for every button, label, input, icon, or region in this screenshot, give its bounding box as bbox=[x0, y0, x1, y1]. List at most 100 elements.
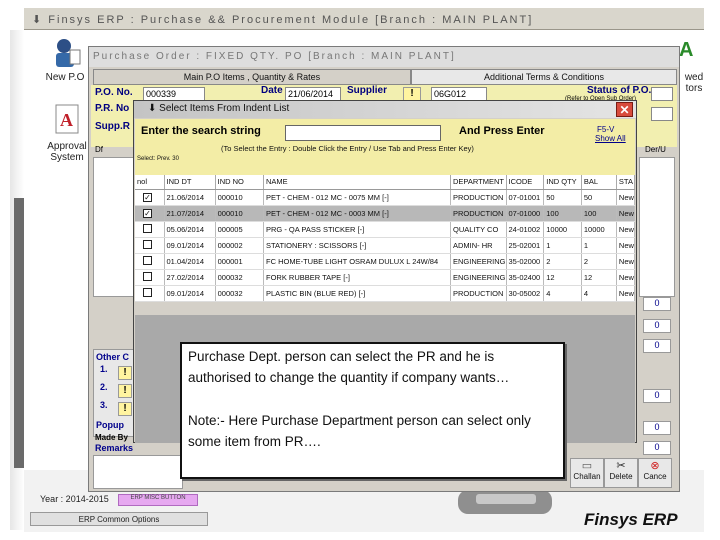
svg-text:A: A bbox=[60, 110, 73, 130]
row-checkbox[interactable] bbox=[143, 287, 152, 297]
table-row[interactable]: 09.01/2014 000002 STATIONERY : SCISSORS [-… bbox=[135, 237, 636, 254]
col-header-department[interactable]: DEPARTMENT bbox=[450, 175, 507, 190]
pr-no-label: P.R. No bbox=[95, 103, 130, 114]
po-right-grid[interactable] bbox=[639, 157, 675, 297]
annotation-callout: Purchase Dept. person can select the PR … bbox=[180, 342, 565, 479]
col-header-ind-no[interactable]: IND NO bbox=[215, 175, 265, 190]
row-checkbox[interactable] bbox=[143, 223, 152, 233]
approval-system-icon[interactable]: A bbox=[54, 104, 80, 134]
po-items-grid[interactable] bbox=[93, 157, 137, 297]
cell-dept: PRODUCTION bbox=[450, 285, 507, 302]
show-all-link[interactable]: Show All bbox=[595, 134, 626, 143]
row-checkbox[interactable]: ✓ bbox=[143, 208, 152, 218]
row-checkbox[interactable] bbox=[143, 255, 152, 265]
left-dark-bar bbox=[14, 198, 24, 468]
press-enter-label: And Press Enter bbox=[459, 125, 545, 137]
cell-qty: 1 bbox=[543, 237, 582, 254]
table-header-row: nol IND DT IND NO NAME DEPARTMENT ICODE … bbox=[135, 175, 636, 190]
cell-ind-dt: 01.04/2014 bbox=[164, 253, 216, 270]
search-input[interactable] bbox=[285, 125, 441, 141]
row-checkbox[interactable] bbox=[143, 239, 152, 249]
cell-qty: 4 bbox=[543, 285, 582, 302]
side-button-1[interactable]: 0 bbox=[643, 297, 671, 311]
erp-common-options[interactable]: ERP Common Options bbox=[30, 512, 208, 526]
cell-ind-no: 000032 bbox=[215, 269, 265, 286]
cell-ind-dt: 09.01/2014 bbox=[164, 285, 216, 302]
challan-button[interactable]: ▭ Challan bbox=[570, 458, 604, 488]
col-header-icode[interactable]: ICODE bbox=[506, 175, 545, 190]
supp-ref-label: Supp.R bbox=[95, 121, 130, 132]
table-row[interactable]: 01.04/2014 000001 FC HOME-TUBE LIGHT OSRAM… bbox=[135, 253, 636, 270]
cell-qty: 100 bbox=[543, 205, 582, 222]
dialog-hint: (To Select the Entry : Double Click the … bbox=[221, 144, 474, 153]
other-row-3: 3. bbox=[100, 400, 108, 410]
table-row[interactable]: 09.01/2014 000032 PLASTIC BIN (BLUE RED) [… bbox=[135, 285, 636, 302]
svg-text:A: A bbox=[679, 39, 693, 61]
other-warning-icon-2[interactable]: ! bbox=[118, 384, 132, 398]
cell-sta: New bbox=[616, 205, 636, 222]
row-checkbox[interactable] bbox=[143, 271, 152, 281]
erp-misc-button[interactable]: ERP MISC BUTTON bbox=[118, 494, 198, 506]
cell-ind-no: 000010 bbox=[215, 205, 265, 222]
cell-icode: 35-02400 bbox=[506, 269, 545, 286]
cell-ind-no: 000005 bbox=[215, 221, 265, 238]
side-button-6[interactable]: 0 bbox=[643, 441, 671, 455]
row-checkbox-cell bbox=[135, 253, 165, 270]
table-row[interactable]: 05.06/2014 000005 PRG - QA PASS STICKER [-… bbox=[135, 221, 636, 238]
col-header-bal[interactable]: BAL bbox=[581, 175, 617, 190]
other-label: Other C bbox=[96, 352, 130, 362]
cell-sta: New bbox=[616, 253, 636, 270]
table-row[interactable]: ✓ 21.07/2014 000010 PET - CHEM - 012 MC - 0… bbox=[135, 205, 636, 222]
row-checkbox-cell bbox=[135, 285, 165, 302]
col-header-sta[interactable]: STA bbox=[616, 175, 636, 190]
side-button-2[interactable]: 0 bbox=[643, 319, 671, 333]
tab-additional-terms[interactable]: Additional Terms & Conditions bbox=[411, 69, 677, 85]
col-header-name[interactable]: NAME bbox=[263, 175, 451, 190]
row-checkbox-cell bbox=[135, 269, 165, 286]
cell-qty: 2 bbox=[543, 253, 582, 270]
other-warning-icon-3[interactable]: ! bbox=[118, 402, 132, 416]
cell-icode: 07-01000 bbox=[506, 205, 545, 222]
remarks-field[interactable] bbox=[93, 455, 183, 489]
row-checkbox[interactable]: ✓ bbox=[143, 192, 152, 202]
status-field[interactable] bbox=[651, 87, 673, 101]
cancel-button[interactable]: ⊗ Cance bbox=[638, 458, 672, 488]
dialog-close-icon[interactable]: ✕ bbox=[616, 102, 633, 117]
table-row[interactable]: 27.02/2014 000032 FORK RUBBER TAPE [-] ENGI… bbox=[135, 269, 636, 286]
col-header-ind-qty[interactable]: IND QTY bbox=[543, 175, 582, 190]
cell-ind-dt: 21.07/2014 bbox=[164, 205, 216, 222]
delete-icon: ✂ bbox=[616, 460, 626, 472]
po-no-field[interactable]: 000339 bbox=[143, 87, 205, 101]
cell-bal: 100 bbox=[581, 205, 617, 222]
year-label: Year : 2014-2015 bbox=[40, 494, 109, 504]
grid-right-col: Der/U bbox=[645, 145, 666, 154]
date-label: Date bbox=[261, 85, 283, 96]
status-field-2[interactable] bbox=[651, 107, 673, 121]
other-charges-panel: Other C 1. ! 2. ! 3. ! Popup bbox=[93, 349, 137, 437]
other-warning-icon-1[interactable]: ! bbox=[118, 366, 132, 380]
side-button-4[interactable]: 0 bbox=[643, 389, 671, 403]
cell-qty: 10000 bbox=[543, 221, 582, 238]
delete-button[interactable]: ✂ Delete bbox=[604, 458, 638, 488]
supplier-warning-icon[interactable]: ! bbox=[403, 87, 421, 101]
col-header-nol[interactable]: nol bbox=[135, 175, 165, 190]
side-button-3[interactable]: 0 bbox=[643, 339, 671, 353]
side-button-5[interactable]: 0 bbox=[643, 421, 671, 435]
cell-icode: 07-01001 bbox=[506, 189, 545, 206]
cell-sta: New bbox=[616, 269, 636, 286]
cell-dept: PRODUCTION bbox=[450, 205, 507, 222]
col-header-ind-dt[interactable]: IND DT bbox=[164, 175, 216, 190]
cell-dept: QUALITY CO bbox=[450, 221, 507, 238]
cell-ind-dt: 09.01/2014 bbox=[164, 237, 216, 254]
supplier-code-field[interactable]: 06G012 bbox=[431, 87, 487, 101]
tab-main-items[interactable]: Main P.O Items , Quantity & Rates bbox=[93, 69, 411, 85]
cell-name: PLASTIC BIN (BLUE RED) [-] bbox=[263, 285, 451, 302]
po-no-label: P.O. No. bbox=[95, 87, 133, 98]
new-po-icon[interactable] bbox=[52, 36, 82, 70]
outer-window-title: ⬇ Finsys ERP : Purchase && Procurement M… bbox=[24, 8, 704, 30]
table-row[interactable]: ✓ 21.06/2014 000010 PET - CHEM - 012 MC - 0… bbox=[135, 189, 636, 206]
dialog-title: ⬇ Select Items From Indent List bbox=[134, 101, 636, 118]
cell-icode: 24-01002 bbox=[506, 221, 545, 238]
date-field[interactable]: 21/06/2014 bbox=[285, 87, 341, 101]
cell-ind-dt: 27.02/2014 bbox=[164, 269, 216, 286]
